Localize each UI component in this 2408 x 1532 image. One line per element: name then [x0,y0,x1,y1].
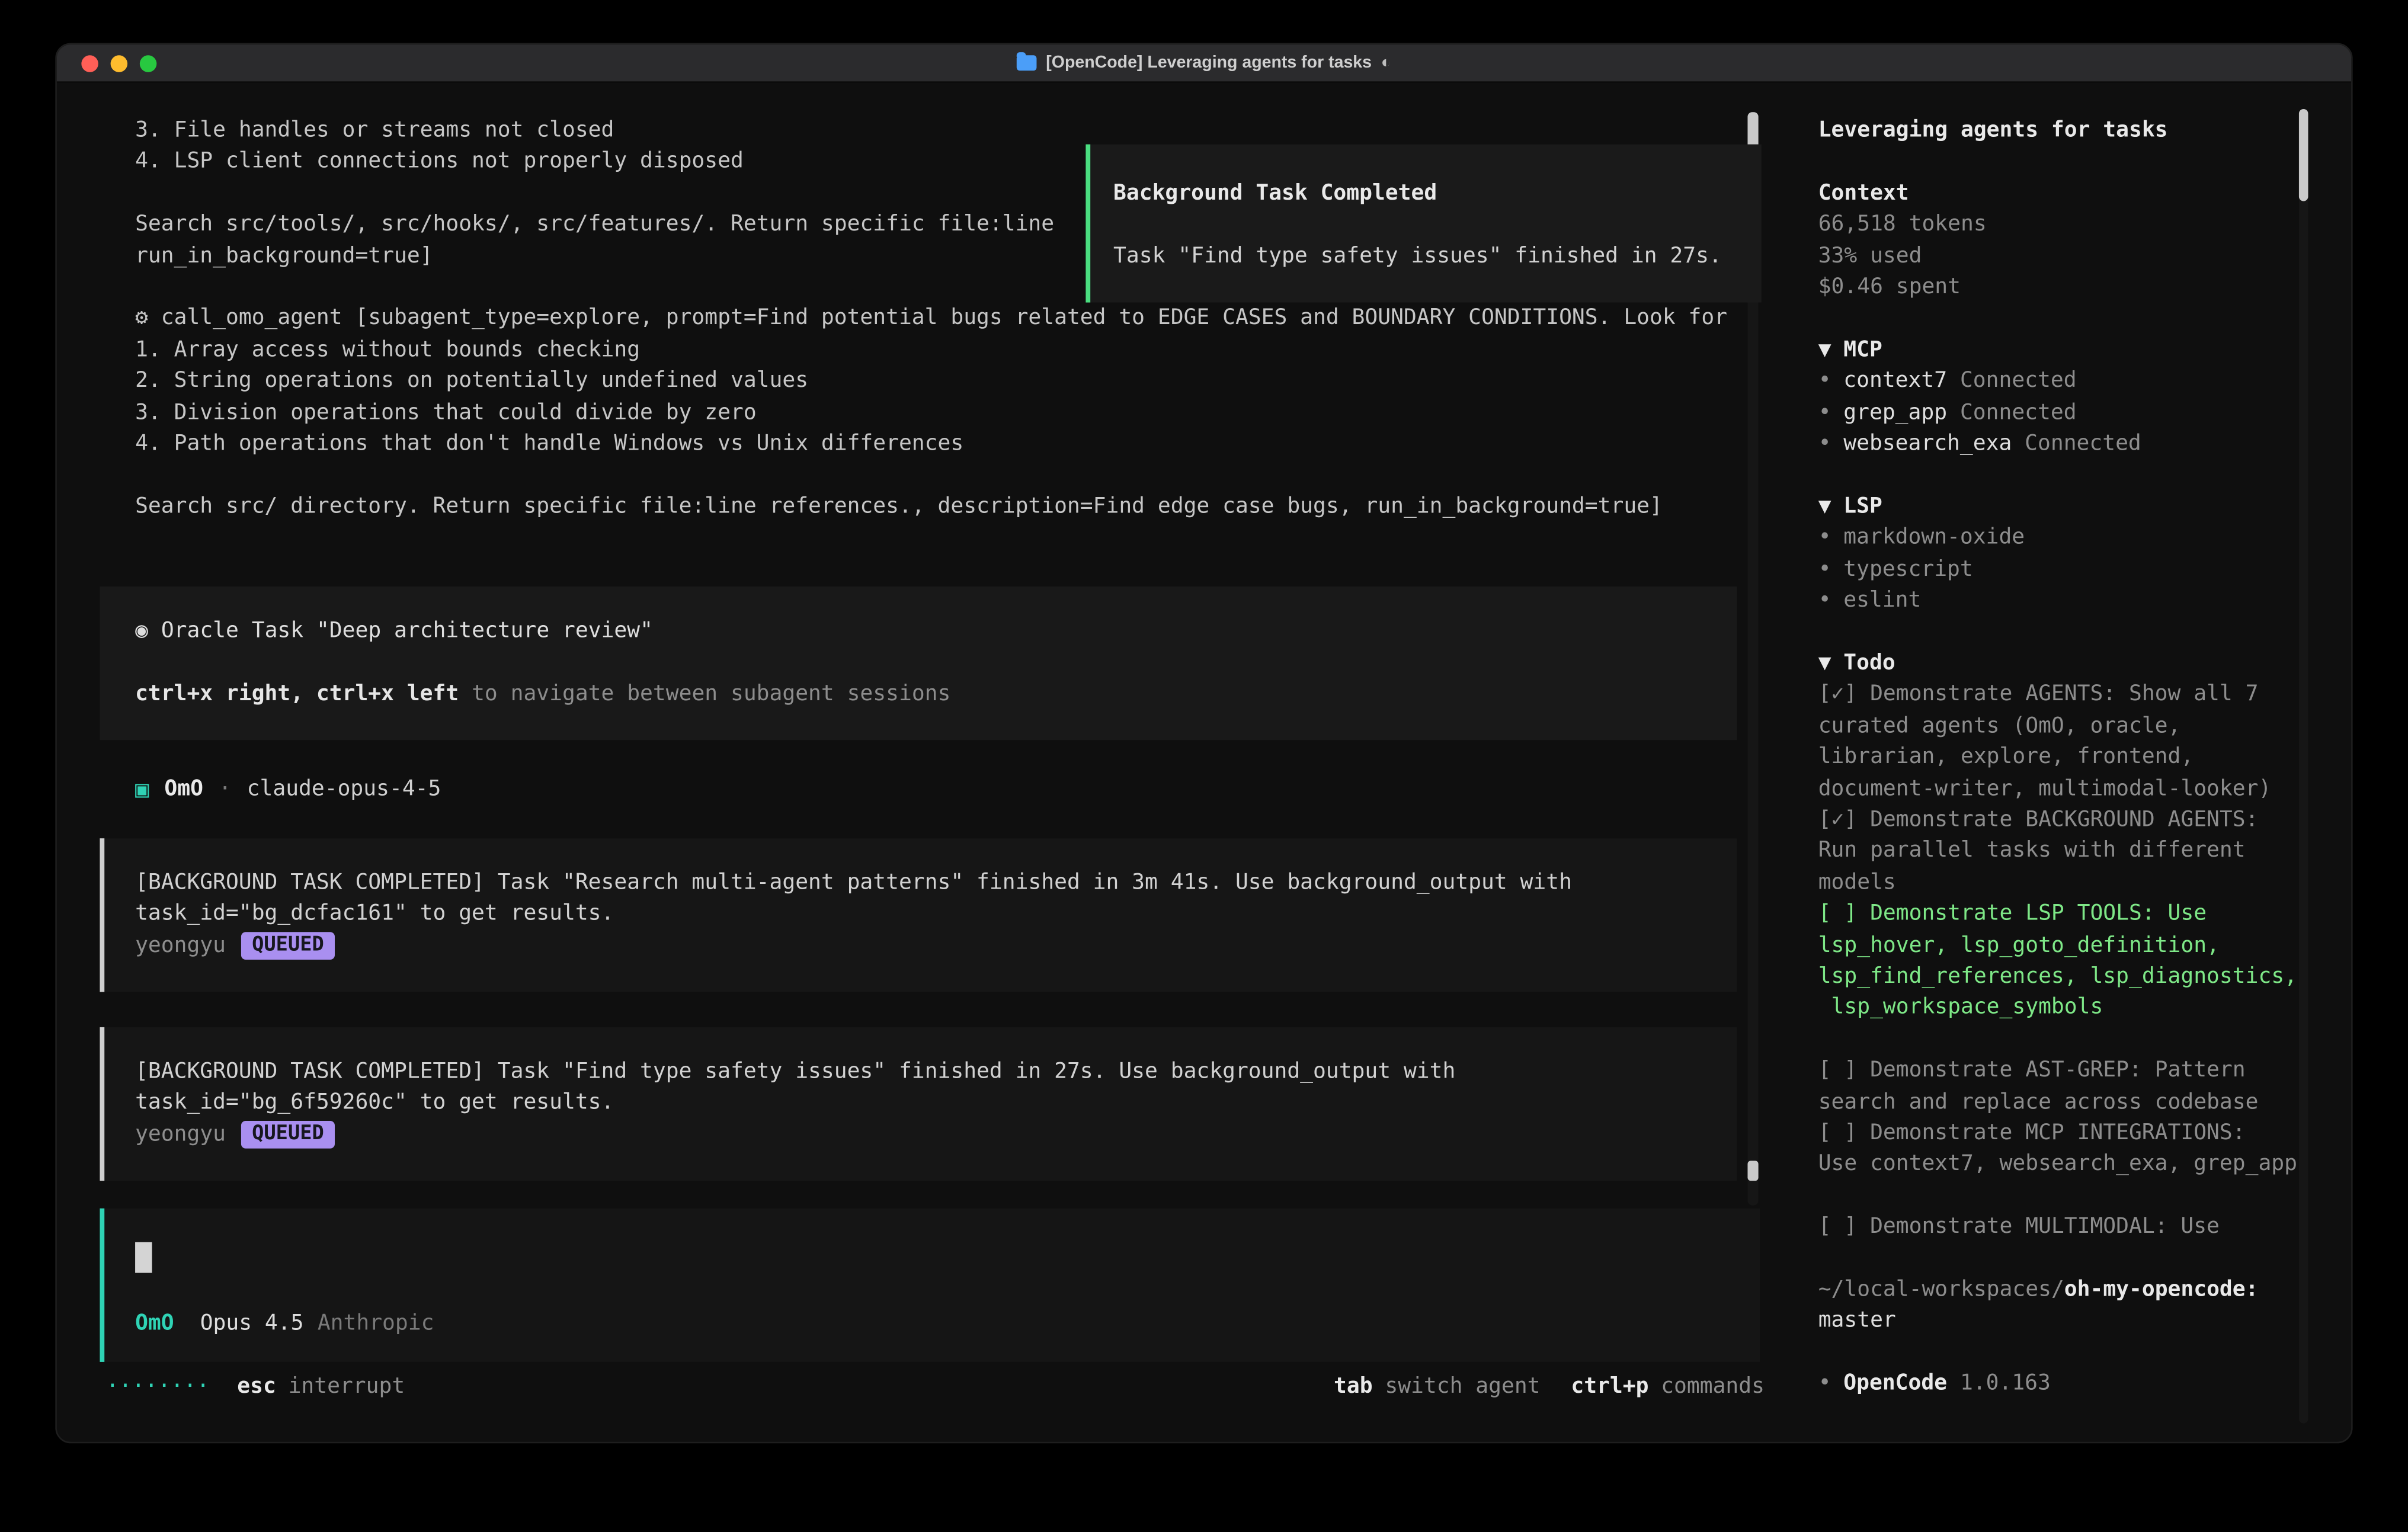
message-text: [BACKGROUND TASK COMPLETED] Task "Resear… [135,867,1737,930]
context-used: 33% used [1818,241,2353,272]
toast-body: Task "Find type safety issues" finished … [1113,241,1762,272]
bullet-icon: • [1818,588,1831,613]
todo-item: [ ] Demonstrate MULTIMODAL: Use [1818,1212,2353,1243]
separator-dot: · [219,774,232,805]
todo-item: [✓] Demonstrate BACKGROUND AGENTS:Run pa… [1818,805,2353,899]
toast-notification: Background Task Completed Task "Find typ… [1085,145,1761,303]
bullet-icon: • [1818,557,1831,581]
spinner-dots: ········ [106,1371,210,1402]
message-footer: yeongyu QUEUED [135,930,1737,961]
window-title-group: [OpenCode] Leveraging agents for tasks ◐ [1017,54,1391,72]
mcp-heading[interactable]: ▼MCP [1818,335,2353,366]
todo-section: ▼Todo [✓] Demonstrate AGENTS: Show all 7… [1818,648,2353,1243]
interrupt-label: interrupt [289,1371,405,1402]
bullet-icon: • [1818,525,1831,550]
bullet-icon: • [1818,400,1831,425]
branch-name: master [1818,1306,2353,1337]
traffic-lights [81,44,156,81]
bullet-icon: • [1818,369,1831,393]
switch-agent-label: switch agent [1385,1371,1540,1402]
context-heading: Context [1818,178,2353,209]
input-agent-name: OmO [135,1308,174,1339]
task-message: [BACKGROUND TASK COMPLETED] Task "Find t… [100,1027,1737,1181]
toast-title: Background Task Completed [1113,178,1762,210]
window-title: [OpenCode] Leveraging agents for tasks [1046,54,1372,72]
lsp-item: •markdown-oxide [1818,523,2353,554]
esc-key-hint: esc [237,1371,276,1402]
shortcut-description: to navigate between subagent sessions [459,681,950,706]
workspace-path: ~/local-workspaces/oh-my-opencode: [1818,1274,2353,1306]
input-model: Opus 4.5 [200,1308,304,1339]
lsp-section: ▼LSP •markdown-oxide •typescript •eslint [1818,491,2353,617]
commands-label: commands [1661,1371,1765,1402]
task-message: [BACKGROUND TASK COMPLETED] Task "Resear… [100,838,1737,992]
progress-icon: ◐ [1381,54,1391,72]
bullet-icon: • [1818,431,1831,456]
context-spent: $0.46 spent [1818,272,2353,303]
message-author: yeongyu [135,930,226,961]
message-text: [BACKGROUND TASK COMPLETED] Task "Find t… [135,1056,1737,1119]
lsp-item: •eslint [1818,585,2353,617]
oracle-title: ◉ Oracle Task "Deep architecture review" [135,616,1737,647]
oracle-task-panel[interactable]: ◉ Oracle Task "Deep architecture review"… [100,586,1737,740]
terminal-window: [OpenCode] Leveraging agents for tasks ◐… [55,43,2352,1444]
minimize-button[interactable] [111,55,128,72]
bullet-icon: • [1818,1371,1831,1396]
mcp-section: ▼MCP •context7 Connected •grep_app Conne… [1818,335,2353,460]
titlebar[interactable]: [OpenCode] Leveraging agents for tasks ◐ [57,44,2351,83]
shortcut-hint: ctrl+x right, ctrl+x left to navigate be… [135,678,1737,710]
oracle-icon: ◉ [135,618,148,643]
ctrlp-key-hint: ctrl+p [1571,1371,1648,1402]
collapse-triangle-icon: ▼ [1818,338,1831,362]
queued-badge: QUEUED [241,1121,335,1149]
collapse-triangle-icon: ▼ [1818,494,1831,518]
sidebar: Leveraging agents for tasks Context 66,5… [1795,81,2353,1443]
opencode-version: •OpenCode 1.0.163 [1818,1368,2353,1400]
todo-item: [ ] Demonstrate MCP INTEGRATIONS:Use con… [1818,1118,2353,1181]
lsp-item: •typescript [1818,554,2353,585]
scroll-bottom-indicator[interactable] [1747,1161,1758,1181]
context-tokens: 66,518 tokens [1818,209,2353,241]
mcp-item: •websearch_exa Connected [1818,428,2353,460]
tab-key-hint: tab [1334,1371,1373,1402]
input-cursor [135,1242,152,1273]
window-icon [1017,55,1037,70]
sidebar-title: Leveraging agents for tasks [1818,115,2353,146]
lsp-heading[interactable]: ▼LSP [1818,491,2353,523]
agent-name: OmO [164,774,203,805]
todo-item: [✓] Demonstrate AGENTS: Show all 7curate… [1818,679,2353,805]
sidebar-scrollbar[interactable] [2299,109,2308,1424]
agent-icon: ▣ [135,778,149,801]
zoom-button[interactable] [140,55,157,72]
close-button[interactable] [81,55,98,72]
screen: [OpenCode] Leveraging agents for tasks ◐… [0,0,2408,1532]
todo-item: [ ] Demonstrate AST-GREP: Patternsearch … [1818,1055,2353,1118]
message-footer: yeongyu QUEUED [135,1119,1737,1150]
context-section: Context 66,518 tokens 33% used $0.46 spe… [1818,178,2353,303]
queued-badge: QUEUED [241,932,335,960]
input-footer: OmO Opus 4.5 Anthropic [135,1308,1760,1339]
status-bar: ········ esc interrupt tab switch agent … [100,1371,1765,1402]
message-author: yeongyu [135,1119,226,1150]
todo-item-active: [ ] Demonstrate LSP TOOLS: Uselsp_hover,… [1818,899,2353,1024]
mcp-item: •grep_app Connected [1818,397,2353,428]
mcp-item: •context7 Connected [1818,366,2353,397]
main-panel: 3. File handles or streams not closed4. … [57,81,1795,1443]
sidebar-scrollbar-thumb[interactable] [2299,109,2308,201]
agent-model: claude-opus-4-5 [247,774,441,805]
chat-input[interactable]: OmO Opus 4.5 Anthropic [100,1209,1760,1362]
agent-session-header: ▣ OmO · claude-opus-4-5 [135,774,441,805]
shortcut-keys: ctrl+x right, ctrl+x left [135,681,459,706]
input-provider: Anthropic [318,1308,434,1339]
collapse-triangle-icon: ▼ [1818,651,1831,675]
todo-heading[interactable]: ▼Todo [1818,648,2353,679]
